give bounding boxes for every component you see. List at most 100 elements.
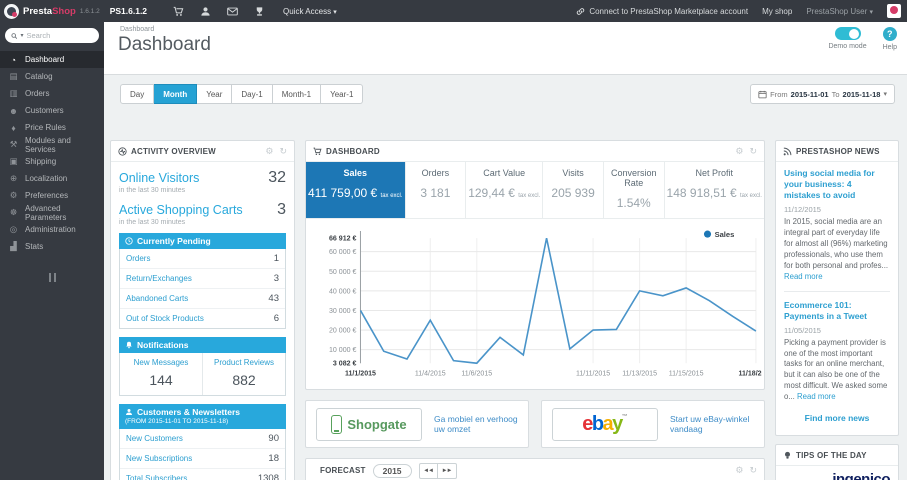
activity-overview-panel: ACTIVITY OVERVIEW ⚙ ↻ Online Visitors 32 i…: [110, 140, 295, 480]
breadcrumb[interactable]: Dashboard: [104, 22, 907, 33]
sidebar-item-label: Dashboard: [25, 55, 65, 64]
news-article-title[interactable]: Ecommerce 101: Payments in a Tweet: [784, 300, 890, 322]
sidebar-item-advanced-parameters[interactable]: ☸ Advanced Parameters: [0, 204, 104, 222]
svg-text:40 000 €: 40 000 €: [329, 288, 357, 295]
sidebar-item-price-rules[interactable]: ♦ Price Rules: [0, 119, 104, 136]
kpi-cart-value[interactable]: Cart Value 129,44 € tax excl.: [465, 162, 542, 218]
user-icon[interactable]: [200, 6, 211, 17]
total-subscribers-row[interactable]: Total Subscribers 1308: [120, 469, 285, 480]
kpi-orders[interactable]: Orders 3 181: [404, 162, 466, 218]
panel-settings-icon[interactable]: ⚙: [735, 466, 743, 475]
prestashop-admin: PrestaShop 1.6.1.2 PS1.6.1.2 Quick Acces…: [0, 0, 907, 480]
trophy-icon[interactable]: [254, 6, 265, 17]
gear-icon: ◎: [9, 224, 18, 234]
forecast-prev-button[interactable]: ◄◄: [418, 462, 438, 479]
ebay-logo[interactable]: ebay™: [552, 407, 658, 441]
read-more-link[interactable]: Read more: [797, 392, 836, 401]
pending-row-returns[interactable]: Return/Exchanges 3: [120, 269, 285, 289]
cart-icon[interactable]: [173, 6, 184, 17]
partner-banners: Shopgate Ga mobiel en verhoog uw omzet e…: [305, 400, 765, 449]
user-menu[interactable]: PrestaShop User ▾: [806, 7, 873, 16]
sidebar-item-customers[interactable]: ☻ Customers: [0, 102, 104, 119]
online-visitors-link[interactable]: Online Visitors: [119, 171, 199, 185]
search-scope-caret[interactable]: ▾: [20, 32, 23, 39]
date-range-picker[interactable]: From 2015-11-01 To 2015-11-18 ▾: [750, 84, 895, 104]
sidebar-search[interactable]: ▾: [5, 28, 99, 43]
range-year-button[interactable]: Year: [197, 84, 233, 104]
active-carts-link[interactable]: Active Shopping Carts: [119, 203, 243, 217]
panel-settings-icon[interactable]: ⚙: [735, 146, 743, 156]
help-icon[interactable]: ?: [882, 27, 897, 41]
sidebar-item-label: Stats: [25, 242, 44, 251]
ebay-link[interactable]: Start uw eBay-winkel vandaag: [670, 414, 754, 434]
page-header: Dashboard Dashboard Demo mode ? Help: [104, 22, 907, 75]
find-more-news-link[interactable]: Find more news: [784, 413, 890, 423]
panel-refresh-icon[interactable]: ↻: [279, 146, 287, 156]
range-month-button[interactable]: Month: [154, 84, 198, 104]
sidebar-item-label: Localization: [25, 174, 68, 183]
panel-refresh-icon[interactable]: ↻: [749, 146, 757, 156]
product-reviews-cell[interactable]: Product Reviews 882: [203, 353, 285, 395]
sidebar-item-stats[interactable]: ▟ Stats: [0, 238, 104, 255]
bell-icon: [126, 341, 132, 349]
brand-version: 1.6.1.2: [79, 7, 100, 15]
news-article-body: Picking a payment provider is one of the…: [784, 337, 888, 402]
sidebar-item-localization[interactable]: ⊕ Localization: [0, 170, 104, 187]
date-from: 2015-11-01: [790, 89, 829, 99]
envelope-icon[interactable]: [227, 6, 238, 17]
sidebar-item-label: Customers: [25, 106, 64, 115]
svg-text:20 000 €: 20 000 €: [329, 328, 357, 335]
new-customers-row[interactable]: New Customers 90: [120, 429, 285, 449]
panel-settings-icon[interactable]: ⚙: [265, 146, 273, 156]
brand[interactable]: PrestaShop 1.6.1.2 PS1.6.1.2: [0, 3, 155, 19]
range-month-1-button[interactable]: Month-1: [272, 84, 322, 104]
sidebar-collapse-button[interactable]: [0, 269, 104, 287]
sidebar-item-orders[interactable]: ▥ Orders: [0, 85, 104, 102]
search-input[interactable]: [26, 31, 93, 40]
bar-chart-icon: ▟: [10, 241, 17, 251]
shopgate-link[interactable]: Ga mobiel en verhoog uw omzet: [434, 414, 518, 434]
activity-panel-header: ACTIVITY OVERVIEW ⚙ ↻: [111, 141, 294, 162]
demo-mode-toggle[interactable]: [834, 27, 861, 40]
dashboard-columns: ACTIVITY OVERVIEW ⚙ ↻ Online Visitors 32 i…: [110, 140, 899, 480]
sidebar-item-preferences[interactable]: ⚙ Preferences: [0, 187, 104, 204]
sidebar-item-catalog[interactable]: ▤ Catalog: [0, 68, 104, 85]
kpi-visits[interactable]: Visits 205 939: [542, 162, 603, 218]
notifications-section: Notifications New Messages 144 Product Re…: [119, 337, 286, 396]
kpi-sales[interactable]: Sales 411 759,00 € tax excl.: [306, 162, 405, 218]
online-visitors-value: 32: [268, 169, 286, 186]
shopgate-logo[interactable]: Shopgate: [316, 407, 422, 441]
puzzle-icon: ⚒: [9, 139, 18, 149]
sidebar-item-modules[interactable]: ⚒ Modules and Services: [0, 135, 104, 154]
new-messages-cell[interactable]: New Messages 144: [120, 353, 203, 395]
panel-refresh-icon[interactable]: ↻: [749, 466, 757, 475]
kpi-conversion-rate[interactable]: Conversion Rate 1.54%: [602, 162, 664, 218]
quick-access-menu[interactable]: Quick Access ▾: [283, 7, 337, 16]
forecast-year-selector[interactable]: 2015: [372, 463, 412, 478]
kpi-net-profit[interactable]: Net Profit 148 918,51 € tax excl.: [663, 162, 764, 218]
my-shop-link[interactable]: My shop: [762, 7, 792, 16]
range-day-button[interactable]: Day: [120, 84, 155, 104]
read-more-link[interactable]: Read more: [784, 272, 823, 281]
range-day-1-button[interactable]: Day-1: [232, 84, 273, 104]
new-subscriptions-row[interactable]: New Subscriptions 18: [120, 449, 285, 469]
date-toolbar: Day Month Year Day-1 Month-1 Year-1 From…: [104, 75, 907, 104]
sidebar-item-dashboard[interactable]: ◔ Dashboard: [0, 51, 104, 68]
middle-column: DASHBOARD ⚙ ↻ Sales 411 759,00 € tax excl.…: [305, 140, 765, 480]
sidebar-item-label: Modules and Services: [25, 135, 71, 154]
sidebar-item-administration[interactable]: ◎ Administration: [0, 221, 104, 238]
pending-row-out-of-stock[interactable]: Out of Stock Products 6: [120, 309, 285, 328]
forecast-panel: FORECAST 2015 ◄◄ ►► ⚙↻ Traffic Conversio…: [305, 458, 765, 480]
marketplace-link[interactable]: Connect to PrestaShop Marketplace accoun…: [576, 7, 748, 16]
pending-row-abandoned-carts[interactable]: Abandoned Carts 43: [120, 289, 285, 309]
svg-text:11/4/2015: 11/4/2015: [415, 370, 446, 377]
news-panel-body: Using social media for your business: 4 …: [776, 162, 898, 435]
news-article-title[interactable]: Using social media for your business: 4 …: [784, 168, 890, 201]
sidebar-item-shipping[interactable]: ▣ Shipping: [0, 153, 104, 170]
forecast-next-button[interactable]: ►►: [437, 462, 457, 479]
user-avatar[interactable]: [887, 4, 901, 18]
shopgate-banner: Shopgate Ga mobiel en verhoog uw omzet: [305, 400, 529, 449]
forecast-nav: ◄◄ ►►: [418, 462, 457, 479]
pending-row-orders[interactable]: Orders 1: [120, 249, 285, 269]
range-year-1-button[interactable]: Year-1: [321, 84, 364, 104]
